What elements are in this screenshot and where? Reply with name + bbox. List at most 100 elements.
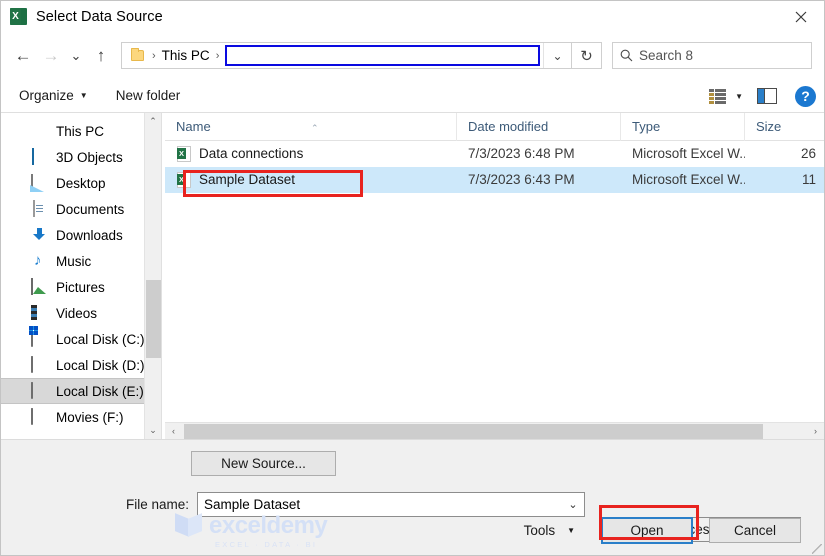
sidebar-item-label: Documents [56,201,125,217]
file-name-row: File name: Sample Dataset ⌄ [1,492,824,517]
sidebar-scrollbar[interactable]: ⌃ ⌄ [144,113,161,439]
sidebar-item-movies-f[interactable]: Movies (F:) [1,404,161,430]
scroll-down-icon[interactable]: ⌄ [145,422,162,439]
file-name-cell: Sample Dataset [165,167,457,193]
sidebar-item-desktop[interactable]: Desktop [1,170,161,196]
chevron-down-icon[interactable]: ▼ [735,92,743,101]
cancel-button[interactable]: Cancel [709,518,801,543]
file-date-cell: 7/3/2023 6:48 PM [468,146,575,161]
excel-file-icon [177,146,191,162]
sidebar-item-videos[interactable]: Videos [1,300,161,326]
column-header-type[interactable]: Type [621,112,745,141]
organize-label: Organize [19,88,74,103]
scroll-right-icon[interactable]: › [807,423,824,440]
pictures-icon [31,278,49,295]
window-title: Select Data Source [36,8,163,25]
new-folder-button[interactable]: New folder [116,88,181,103]
disk-icon [31,382,49,399]
view-options-icon[interactable] [709,88,727,104]
file-name-cell: Data connections [165,141,457,167]
sidebar-item-label: Downloads [56,227,123,243]
file-size-cell: 26 [800,146,816,161]
breadcrumb-current-segment[interactable] [225,45,540,66]
excel-icon [10,7,28,26]
command-toolbar: Organize ▼ New folder ▼ ? [1,79,824,113]
close-icon[interactable] [778,1,824,32]
forward-button[interactable]: → [37,41,65,71]
open-button[interactable]: Open [601,517,693,544]
select-data-source-dialog: Select Data Source ← → ⌄ ↑ › This PC › ⌄… [0,0,825,556]
scroll-up-icon[interactable]: ⌃ [145,113,162,130]
resize-grip[interactable] [812,544,822,554]
organize-button[interactable]: Organize ▼ [19,88,88,103]
sidebar-item-label: Local Disk (D:) [56,357,145,373]
breadcrumb-separator-2: › [215,49,220,62]
address-bar[interactable]: › This PC › ⌄ [121,42,572,69]
sidebar-item-pictures[interactable]: Pictures [1,274,161,300]
table-row[interactable]: Sample Dataset 7/3/2023 6:43 PM Microsof… [165,167,824,193]
sidebar-item-label: This PC [56,123,105,139]
file-type-cell: Microsoft Excel W... [632,146,745,161]
sidebar-item-music[interactable]: ♪ Music [1,248,161,274]
column-header-size[interactable]: Size [745,113,825,141]
chevron-down-icon[interactable]: ⌄ [562,493,584,516]
scroll-left-icon[interactable]: ‹ [165,423,182,440]
dialog-body: This PC 3D Objects Desktop Documents Dow… [1,112,825,439]
sidebar-item-label: Music [56,253,92,269]
sidebar-item-3d-objects[interactable]: 3D Objects [1,144,161,170]
breadcrumb-item-this-pc[interactable]: This PC [162,48,210,63]
sidebar-item-local-disk-d[interactable]: Local Disk (D:) [1,352,161,378]
file-name-label: File name: [126,497,190,512]
file-list-pane: Name ⌃ Date modified Type Size Data conn… [165,112,825,439]
sidebar-item-documents[interactable]: Documents [1,196,161,222]
tools-dropdown-button[interactable]: Tools ▼ [524,523,575,538]
windows-disk-icon [29,326,49,347]
sidebar-scroll-thumb[interactable] [145,280,161,358]
help-icon[interactable]: ? [795,85,816,107]
column-header-name[interactable]: Name ⌃ [165,112,457,141]
recent-locations-button[interactable]: ⌄ [65,41,87,71]
sort-ascending-icon: ⌃ [311,122,319,133]
tools-label: Tools [523,523,556,538]
hscroll-track[interactable] [182,423,807,440]
sidebar-item-this-pc[interactable]: This PC [1,118,161,144]
file-name-value: Sample Dataset [204,497,301,512]
new-folder-label: New folder [115,88,181,103]
file-list-horizontal-scrollbar[interactable]: ‹ › [165,422,824,439]
search-input[interactable]: Search 8 [612,42,812,69]
column-header-date-modified[interactable]: Date modified [457,112,621,141]
file-size-cell: 11 [801,172,816,187]
search-icon [613,43,639,68]
preview-pane-icon[interactable] [757,88,777,104]
toolbar-right-group: ▼ ? [709,79,816,113]
chevron-down-icon: ▼ [567,526,575,535]
folder-icon [131,48,144,61]
3d-objects-icon [31,148,49,165]
sidebar-item-downloads[interactable]: Downloads [1,222,161,248]
navigation-pane: This PC 3D Objects Desktop Documents Dow… [1,113,161,439]
search-placeholder: Search 8 [639,48,694,63]
downloads-icon [31,227,49,243]
back-button[interactable]: ← [9,41,37,71]
sidebar-item-label: Pictures [56,279,105,295]
dialog-action-row: Tools ▼ Open Cancel [1,517,824,544]
hscroll-thumb[interactable] [184,423,763,439]
chevron-down-icon[interactable]: ⌄ [543,43,571,68]
refresh-button[interactable]: ↻ [572,42,602,69]
this-pc-icon [31,123,49,139]
sidebar-scroll-track[interactable] [145,130,162,422]
file-name-input[interactable]: Sample Dataset ⌄ [197,492,586,517]
videos-icon [31,305,49,321]
excel-file-icon [177,172,191,188]
chevron-down-icon: ▼ [79,91,88,100]
music-icon: ♪ [34,252,42,269]
sidebar-item-local-disk-c[interactable]: Local Disk (C:) [1,326,161,352]
new-source-button[interactable]: New Source... [191,451,336,476]
sidebar-item-local-disk-e[interactable]: Local Disk (E:) [1,378,161,404]
sidebar-item-label: Videos [56,305,98,321]
column-headers: Name ⌃ Date modified Type Size [165,112,825,141]
up-button[interactable]: ↑ [87,41,115,71]
sidebar-item-label: Movies (F:) [56,409,124,425]
table-row[interactable]: Data connections 7/3/2023 6:48 PM Micros… [165,141,824,167]
sidebar-item-label: Local Disk (C:) [56,331,145,347]
